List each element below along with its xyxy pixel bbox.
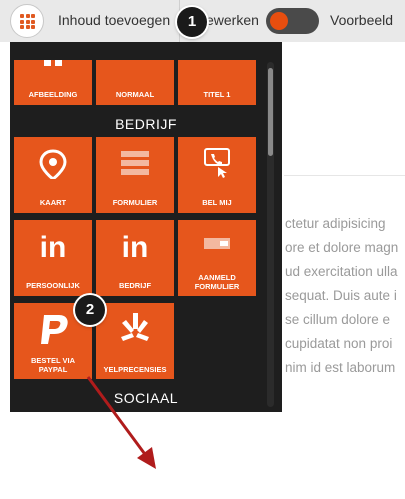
annotation-arrow [86, 376, 156, 469]
